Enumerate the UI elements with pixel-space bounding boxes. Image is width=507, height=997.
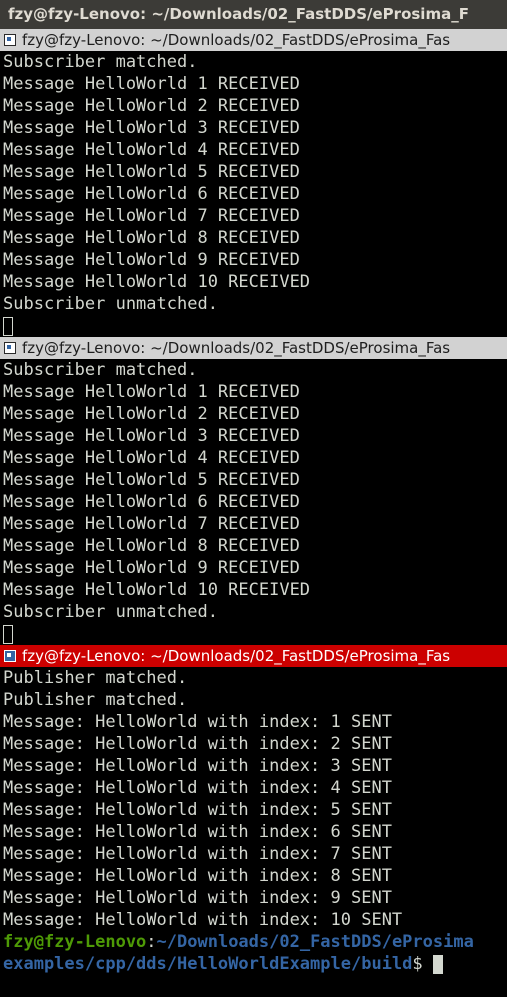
cursor-line: [3, 623, 507, 645]
shell-prompt-line-2[interactable]: examples/cpp/dds/HelloWorldExample/build…: [3, 953, 507, 975]
terminal-output[interactable]: Subscriber matched. Message HelloWorld 1…: [0, 51, 507, 337]
terminator-group-icon[interactable]: [4, 34, 16, 46]
output-line: Message HelloWorld 1 RECEIVED: [3, 74, 300, 94]
pane-header[interactable]: fzy@fzy-Lenovo: ~/Downloads/02_FastDDS/e…: [0, 29, 507, 51]
terminal-cursor: [3, 316, 13, 336]
output-line: Message HelloWorld 2 RECEIVED: [3, 404, 300, 424]
cursor-line: [3, 315, 507, 337]
output-line: Message: HelloWorld with index: 6 SENT: [3, 822, 392, 842]
terminal-pane-subscriber-2[interactable]: fzy@fzy-Lenovo: ~/Downloads/02_FastDDS/e…: [0, 337, 507, 645]
output-line: Subscriber matched.: [3, 360, 198, 380]
output-line: Subscriber unmatched.: [3, 294, 218, 314]
output-line: Message HelloWorld 7 RECEIVED: [3, 206, 300, 226]
output-line: Publisher matched.: [3, 690, 188, 710]
output-line: Subscriber unmatched.: [3, 602, 218, 622]
output-line: Publisher matched.: [3, 668, 188, 688]
output-line: Message: HelloWorld with index: 2 SENT: [3, 734, 392, 754]
output-line: Message HelloWorld 8 RECEIVED: [3, 228, 300, 248]
terminal-pane-subscriber-1[interactable]: fzy@fzy-Lenovo: ~/Downloads/02_FastDDS/e…: [0, 29, 507, 337]
output-line: Message HelloWorld 10 RECEIVED: [3, 272, 311, 292]
shell-prompt-line-1: fzy@fzy-Lenovo:~/Downloads/02_FastDDS/eP…: [3, 931, 507, 953]
output-line: Message: HelloWorld with index: 8 SENT: [3, 866, 392, 886]
output-line: Message: HelloWorld with index: 4 SENT: [3, 778, 392, 798]
pane-title: fzy@fzy-Lenovo: ~/Downloads/02_FastDDS/e…: [22, 647, 451, 665]
terminal-cursor: [432, 954, 443, 974]
output-line: Message: HelloWorld with index: 9 SENT: [3, 888, 392, 908]
window-title: fzy@fzy-Lenovo: ~/Downloads/02_FastDDS/e…: [8, 5, 469, 23]
output-line: Subscriber matched.: [3, 52, 198, 72]
output-line: Message HelloWorld 3 RECEIVED: [3, 118, 300, 138]
prompt-path: ~/Downloads/02_FastDDS/eProsima: [156, 932, 474, 952]
output-line: Message HelloWorld 7 RECEIVED: [3, 514, 300, 534]
output-line: Message HelloWorld 1 RECEIVED: [3, 382, 300, 402]
prompt-path-continued: examples/cpp/dds/HelloWorldExample/build: [3, 954, 413, 974]
output-line: Message HelloWorld 8 RECEIVED: [3, 536, 300, 556]
output-line: Message: HelloWorld with index: 1 SENT: [3, 712, 392, 732]
output-line: Message HelloWorld 2 RECEIVED: [3, 96, 300, 116]
pane-header[interactable]: fzy@fzy-Lenovo: ~/Downloads/02_FastDDS/e…: [0, 337, 507, 359]
output-line: Message HelloWorld 4 RECEIVED: [3, 140, 300, 160]
output-line: Message HelloWorld 5 RECEIVED: [3, 470, 300, 490]
terminal-output[interactable]: Publisher matched. Publisher matched. Me…: [0, 667, 507, 975]
prompt-user-host: fzy@fzy-Lenovo: [3, 932, 147, 952]
output-line: Message HelloWorld 9 RECEIVED: [3, 250, 300, 270]
output-line: Message HelloWorld 9 RECEIVED: [3, 558, 300, 578]
terminator-group-icon[interactable]: [4, 342, 16, 354]
output-line: Message: HelloWorld with index: 10 SENT: [3, 910, 403, 930]
terminator-group-icon[interactable]: [4, 650, 16, 662]
output-line: Message HelloWorld 5 RECEIVED: [3, 162, 300, 182]
pane-title: fzy@fzy-Lenovo: ~/Downloads/02_FastDDS/e…: [22, 31, 451, 49]
output-line: Message: HelloWorld with index: 7 SENT: [3, 844, 392, 864]
prompt-colon: :: [146, 932, 157, 952]
prompt-symbol: $: [412, 954, 433, 974]
terminal-cursor: [3, 624, 13, 644]
output-line: Message HelloWorld 10 RECEIVED: [3, 580, 311, 600]
output-line: Message HelloWorld 6 RECEIVED: [3, 492, 300, 512]
window-title-bar[interactable]: fzy@fzy-Lenovo: ~/Downloads/02_FastDDS/e…: [0, 0, 507, 29]
terminal-output[interactable]: Subscriber matched. Message HelloWorld 1…: [0, 359, 507, 645]
terminal-pane-publisher[interactable]: fzy@fzy-Lenovo: ~/Downloads/02_FastDDS/e…: [0, 645, 507, 975]
output-line: Message: HelloWorld with index: 5 SENT: [3, 800, 392, 820]
output-line: Message HelloWorld 6 RECEIVED: [3, 184, 300, 204]
output-line: Message HelloWorld 4 RECEIVED: [3, 448, 300, 468]
pane-header-active[interactable]: fzy@fzy-Lenovo: ~/Downloads/02_FastDDS/e…: [0, 645, 507, 667]
pane-title: fzy@fzy-Lenovo: ~/Downloads/02_FastDDS/e…: [22, 339, 451, 357]
output-line: Message: HelloWorld with index: 3 SENT: [3, 756, 392, 776]
output-line: Message HelloWorld 3 RECEIVED: [3, 426, 300, 446]
